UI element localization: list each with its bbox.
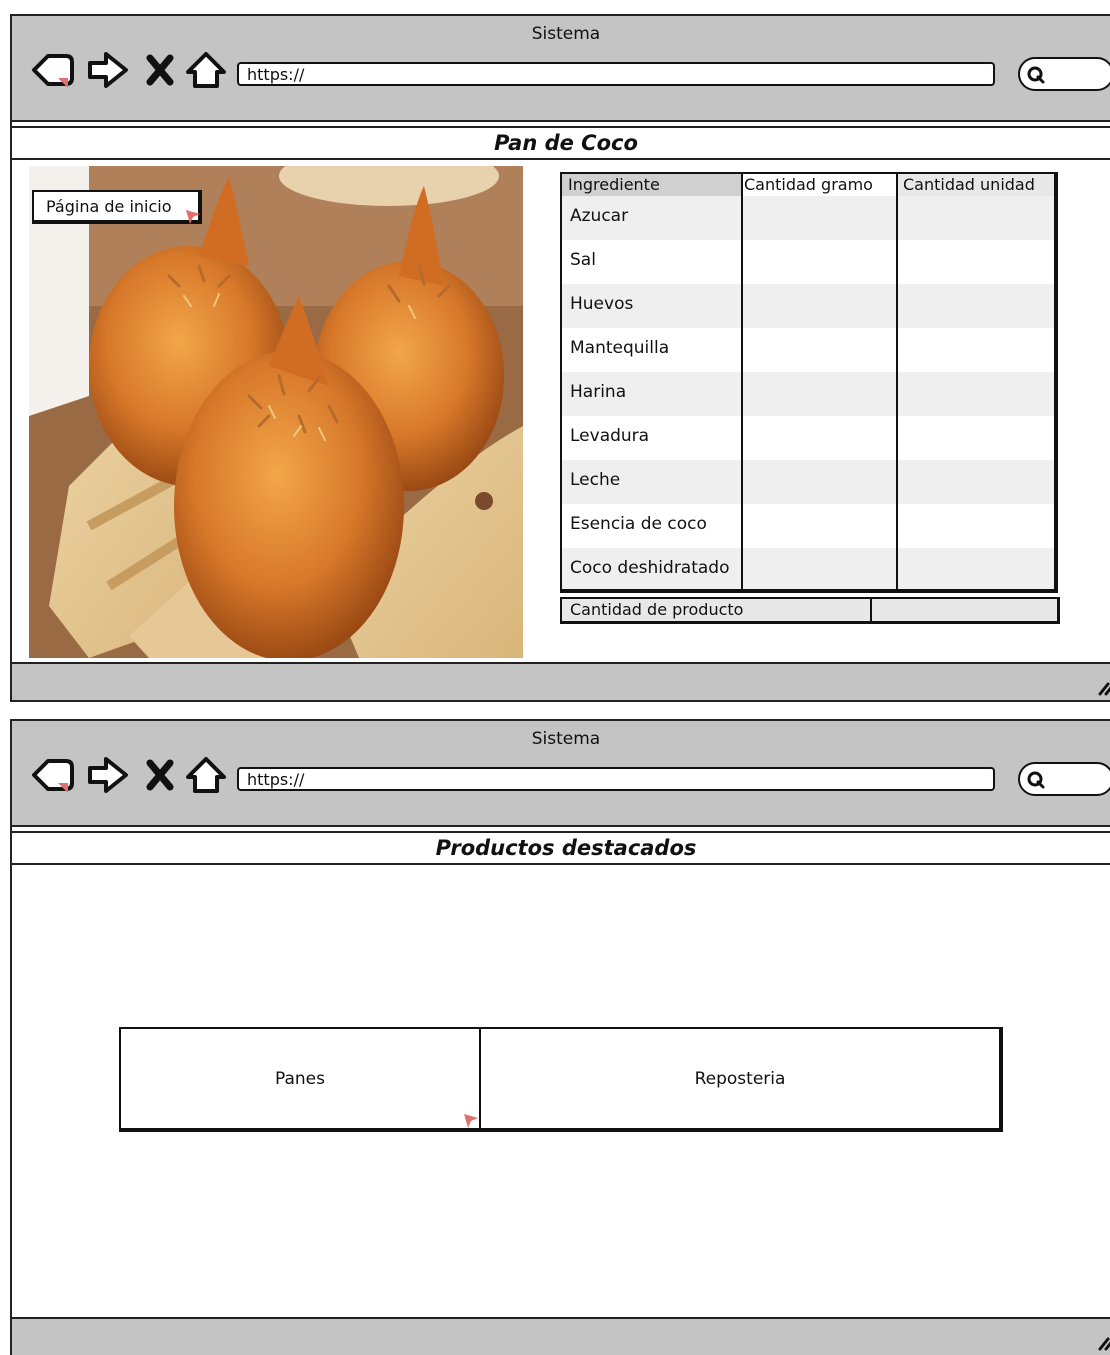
column-divider bbox=[870, 599, 872, 621]
search-button[interactable] bbox=[1018, 762, 1110, 796]
close-x-icon bbox=[146, 54, 174, 86]
cursor-icon bbox=[186, 210, 200, 224]
ingredient-name: Mantequilla bbox=[570, 338, 670, 358]
forward-arrow-icon bbox=[88, 52, 128, 88]
search-button[interactable] bbox=[1018, 57, 1110, 91]
stop-button[interactable] bbox=[142, 755, 188, 795]
table-row: Huevos bbox=[562, 284, 1054, 328]
search-icon bbox=[1027, 66, 1045, 84]
status-bar bbox=[12, 1317, 1110, 1355]
back-arrow-icon bbox=[32, 759, 74, 793]
ingredients-table: Azucar Sal Huevos Mantequilla Harina Lev… bbox=[560, 172, 1058, 593]
ingredient-name: Leche bbox=[570, 470, 621, 490]
forward-button[interactable] bbox=[86, 755, 132, 795]
forward-arrow-icon bbox=[88, 757, 128, 793]
home-page-button[interactable]: Página de inicio bbox=[32, 190, 202, 224]
cursor-icon bbox=[464, 1114, 478, 1128]
ingredient-name: Levadura bbox=[570, 426, 650, 446]
ingredient-name: Coco deshidratado bbox=[570, 558, 730, 578]
browser-toolbar: Sistema bbox=[12, 721, 1110, 827]
home-icon bbox=[186, 757, 226, 793]
ingredient-name: Huevos bbox=[570, 294, 634, 314]
url-input[interactable] bbox=[237, 62, 995, 86]
column-header-grams: Cantidad gramo bbox=[744, 175, 873, 194]
tab-reposteria[interactable]: Reposteria bbox=[481, 1029, 999, 1128]
product-quantity-label: Cantidad de producto bbox=[570, 600, 744, 619]
ingredient-name: Esencia de coco bbox=[570, 514, 707, 534]
window-title: Sistema bbox=[531, 729, 601, 749]
ingredient-name: Harina bbox=[570, 382, 627, 402]
stop-button[interactable] bbox=[142, 50, 188, 90]
tab-label: Reposteria bbox=[694, 1068, 786, 1089]
browser-window-recipe: Sistema https:// Pan de Coco Página de i… bbox=[10, 14, 1110, 702]
home-page-button-label: Página de inicio bbox=[46, 196, 172, 216]
close-x-icon bbox=[146, 759, 174, 791]
table-row: Sal bbox=[562, 240, 1054, 284]
home-button[interactable] bbox=[184, 755, 230, 795]
column-divider bbox=[741, 174, 743, 589]
window-title: Sistema bbox=[531, 24, 601, 44]
browser-toolbar: Sistema bbox=[12, 16, 1110, 122]
browser-window-featured: Sistema https:// Productos destacados Pa… bbox=[10, 719, 1110, 1355]
column-header-ingredient: Ingrediente bbox=[562, 174, 742, 196]
tab-panes[interactable]: Panes bbox=[121, 1029, 481, 1128]
table-row: Mantequilla bbox=[562, 328, 1054, 372]
home-icon bbox=[186, 52, 226, 88]
page-title: Productos destacados bbox=[10, 831, 1110, 865]
home-button[interactable] bbox=[184, 50, 230, 90]
back-button[interactable] bbox=[30, 755, 76, 795]
status-bar bbox=[12, 662, 1110, 700]
resize-grip-icon[interactable] bbox=[1096, 676, 1110, 696]
tab-label: Panes bbox=[275, 1068, 325, 1089]
back-arrow-icon bbox=[32, 54, 74, 88]
table-row: Azucar bbox=[562, 196, 1054, 240]
search-icon bbox=[1027, 771, 1045, 789]
url-input[interactable] bbox=[237, 767, 995, 791]
column-divider bbox=[896, 174, 898, 589]
table-row: Leche bbox=[562, 460, 1054, 504]
ingredient-name: Sal bbox=[570, 250, 596, 270]
product-quantity-row: Cantidad de producto bbox=[560, 597, 1060, 624]
page-title: Pan de Coco bbox=[10, 126, 1110, 160]
table-row: Levadura bbox=[562, 416, 1054, 460]
resize-grip-icon[interactable] bbox=[1096, 1331, 1110, 1351]
table-header: Ingrediente Cantidad gramo Cantidad unid… bbox=[562, 174, 1054, 196]
column-header-units: Cantidad unidad bbox=[897, 174, 1054, 196]
bread-photo-icon bbox=[29, 166, 523, 658]
ingredient-name: Azucar bbox=[570, 206, 629, 226]
product-category-tabs: Panes Reposteria bbox=[119, 1027, 1003, 1132]
table-row: Harina bbox=[562, 372, 1054, 416]
forward-button[interactable] bbox=[86, 50, 132, 90]
back-button[interactable] bbox=[30, 50, 76, 90]
bread-image bbox=[29, 166, 523, 658]
table-row: Esencia de coco bbox=[562, 504, 1054, 548]
table-row: Coco deshidratado bbox=[562, 548, 1054, 589]
